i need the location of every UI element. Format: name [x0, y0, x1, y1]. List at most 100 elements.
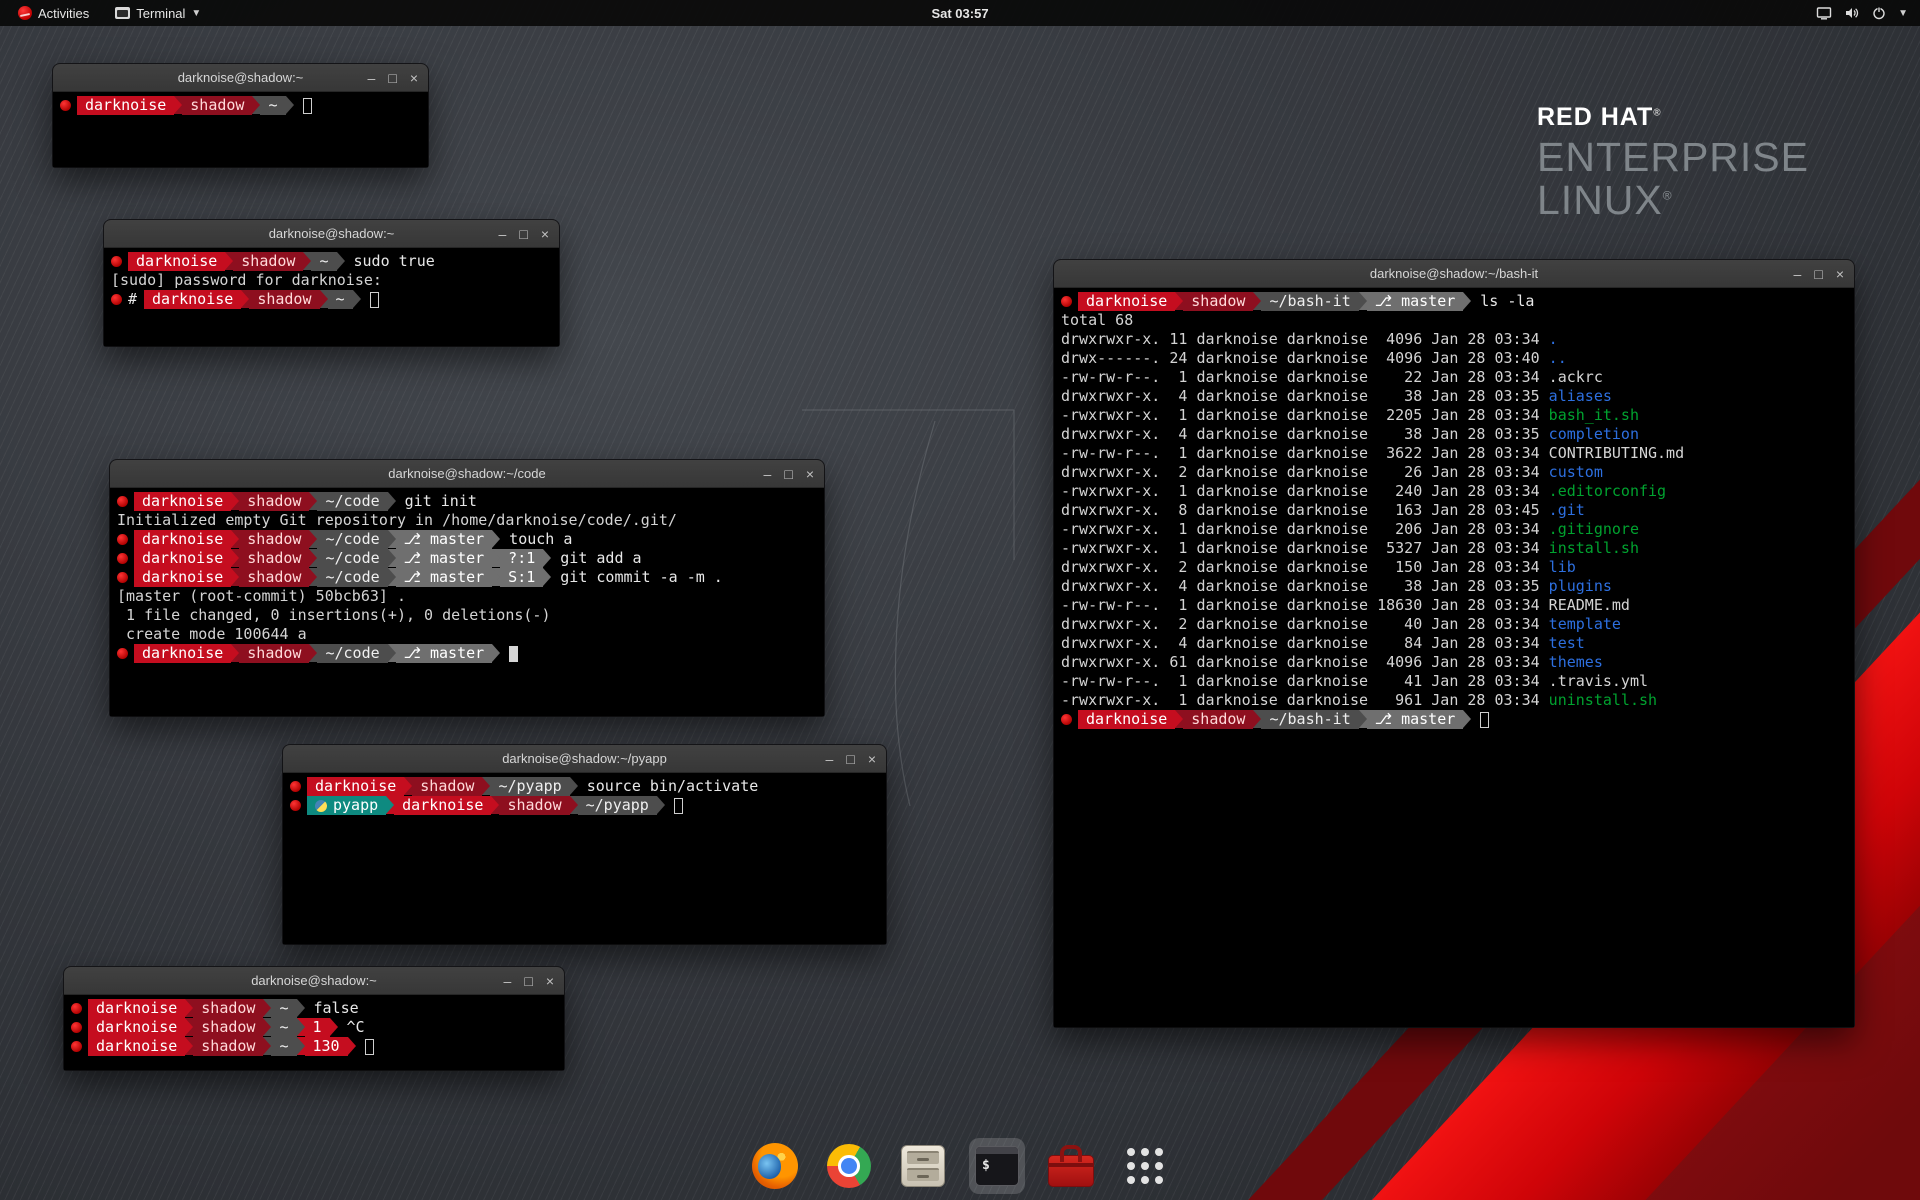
display-icon[interactable]	[1816, 6, 1832, 20]
terminal-line: -rwxrwxr-x. 1 darknoise darknoise 2205 J…	[1061, 406, 1847, 425]
maximize-button[interactable]: □	[784, 460, 792, 488]
terminal-window: darknoise@shadow:~/code–□×darknoiseshado…	[110, 460, 824, 716]
terminal-output: .git	[1549, 501, 1585, 520]
powerline-arrow-icon	[492, 568, 500, 586]
close-button[interactable]: ×	[806, 460, 814, 488]
prompt-segment-host: shadow	[239, 568, 309, 587]
terminal-screen[interactable]: darknoiseshadow~falsedarknoiseshadow~1^C…	[64, 995, 564, 1070]
terminal-line: -rw-rw-r--. 1 darknoise darknoise 18630 …	[1061, 596, 1847, 615]
powerline-arrow-icon	[303, 252, 311, 270]
redhat-prompt-icon	[290, 781, 301, 792]
power-icon[interactable]	[1872, 6, 1886, 20]
terminal-output: drwxrwxr-x. 8 darknoise darknoise 163 Ja…	[1061, 501, 1549, 520]
prompt-segment-user: darknoise	[134, 549, 231, 568]
window-titlebar[interactable]: darknoise@shadow:~–□×	[104, 220, 559, 248]
window-titlebar[interactable]: darknoise@shadow:~–□×	[53, 64, 428, 92]
maximize-button[interactable]: □	[846, 745, 854, 773]
terminal-line: [sudo] password for darknoise:	[111, 271, 552, 290]
terminal-app-icon	[115, 7, 130, 19]
powerline-arrow-icon	[353, 290, 361, 308]
prompt-segment-host: shadow	[182, 96, 252, 115]
terminal-output: install.sh	[1549, 539, 1639, 558]
prompt-segment-path: ~/code	[317, 549, 387, 568]
dock-files-icon[interactable]	[895, 1138, 951, 1194]
window-controls: –□ ×	[764, 460, 814, 488]
root-prompt-mark: #	[128, 290, 137, 309]
app-menu-terminal[interactable]: Terminal ▼	[105, 0, 211, 26]
terminal-screen[interactable]: darknoiseshadow~sudo true[sudo] password…	[104, 248, 559, 346]
terminal-line: drwxrwxr-x. 2 darknoise darknoise 26 Jan…	[1061, 463, 1847, 482]
terminal-window: darknoise@shadow:~–□×darknoiseshadow~fal…	[64, 967, 564, 1070]
close-button[interactable]: ×	[1836, 260, 1844, 288]
dock-chrome-icon[interactable]	[821, 1138, 877, 1194]
prompt-segment-git: ⎇ master	[396, 530, 493, 549]
prompt-segment-path: ~/pyapp	[578, 796, 657, 815]
powerline-arrow-icon	[297, 1018, 305, 1036]
terminal-screen[interactable]: darknoiseshadow~/codegit initInitialized…	[110, 488, 824, 716]
window-titlebar[interactable]: darknoise@shadow:~/code–□×	[110, 460, 824, 488]
minimize-button[interactable]: –	[504, 967, 512, 995]
prompt-segment-host: shadow	[239, 530, 309, 549]
close-button[interactable]: ×	[410, 64, 418, 92]
powerline-arrow-icon	[492, 549, 500, 567]
volume-icon[interactable]	[1844, 6, 1860, 20]
powerline-arrow-icon	[492, 530, 500, 548]
terminal-line: total 68	[1061, 311, 1847, 330]
terminal-screen[interactable]: darknoiseshadow~/bash-it⎇ masterls -lato…	[1054, 288, 1854, 1027]
terminal-line: darknoiseshadow~false	[71, 999, 557, 1018]
terminal-screen[interactable]: darknoiseshadow~/pyappsource bin/activat…	[283, 773, 886, 944]
grid-dot	[1141, 1176, 1149, 1184]
activities-label: Activities	[38, 6, 89, 21]
close-button[interactable]: ×	[541, 220, 549, 248]
app-menu-label: Terminal	[136, 6, 185, 21]
terminal-cursor	[674, 798, 683, 814]
terminal-line: create mode 100644 a	[117, 625, 817, 644]
prompt-segment-path: ~	[311, 252, 336, 271]
minimize-button[interactable]: –	[826, 745, 834, 773]
redhat-prompt-icon	[290, 800, 301, 811]
terminal-output: aliases	[1549, 387, 1612, 406]
dock-app-grid-icon[interactable]	[1117, 1138, 1173, 1194]
powerline-arrow-icon	[337, 252, 345, 270]
powerline-arrow-icon	[388, 568, 396, 586]
dock-terminal-icon[interactable]	[969, 1138, 1025, 1194]
minimize-button[interactable]: –	[1794, 260, 1802, 288]
minimize-button[interactable]: –	[499, 220, 507, 248]
terminal-output: drwxrwxr-x. 4 darknoise darknoise 38 Jan…	[1061, 425, 1549, 444]
window-titlebar[interactable]: darknoise@shadow:~/bash-it–□×	[1054, 260, 1854, 288]
grid-dot	[1141, 1148, 1149, 1156]
dock-toolbox-icon[interactable]	[1043, 1138, 1099, 1194]
minimize-button[interactable]: –	[764, 460, 772, 488]
terminal-output: -rw-rw-r--. 1 darknoise darknoise 41 Jan…	[1061, 672, 1648, 691]
minimize-button[interactable]: –	[368, 64, 376, 92]
maximize-button[interactable]: □	[1814, 260, 1822, 288]
terminal-output: themes	[1549, 653, 1603, 672]
clock[interactable]: Sat 03:57	[0, 6, 1920, 21]
terminal-window: darknoise@shadow:~–□×darknoiseshadow~	[53, 64, 428, 167]
window-titlebar[interactable]: darknoise@shadow:~–□×	[64, 967, 564, 995]
prompt-segment-host: shadow	[412, 777, 482, 796]
terminal-line: darknoiseshadow~/bash-it⎇ master	[1061, 710, 1847, 729]
prompt-segment-user: darknoise	[134, 530, 231, 549]
prompt-segment-path: ~	[328, 290, 353, 309]
close-button[interactable]: ×	[546, 967, 554, 995]
powerline-arrow-icon	[330, 1018, 338, 1036]
prompt-segment-host: shadow	[239, 549, 309, 568]
terminal-output: ..	[1549, 349, 1567, 368]
terminal-screen[interactable]: darknoiseshadow~	[53, 92, 428, 167]
activities-button[interactable]: Activities	[8, 0, 99, 26]
redhat-prompt-icon	[71, 1022, 82, 1033]
window-titlebar[interactable]: darknoise@shadow:~/pyapp–□×	[283, 745, 886, 773]
prompt-segment-user: darknoise	[88, 1037, 185, 1056]
close-button[interactable]: ×	[868, 745, 876, 773]
maximize-button[interactable]: □	[388, 64, 396, 92]
maximize-button[interactable]: □	[524, 967, 532, 995]
chrome-logo-icon	[827, 1144, 871, 1188]
dock-firefox-icon[interactable]	[747, 1138, 803, 1194]
chevron-down-icon[interactable]: ▼	[1898, 8, 1908, 19]
terminal-output: drwxrwxr-x. 2 darknoise darknoise 26 Jan…	[1061, 463, 1549, 482]
prompt-segment-host: shadow	[193, 1037, 263, 1056]
terminal-line: [master (root-commit) 50bcb63] .	[117, 587, 817, 606]
maximize-button[interactable]: □	[519, 220, 527, 248]
redhat-prompt-icon	[117, 572, 128, 583]
